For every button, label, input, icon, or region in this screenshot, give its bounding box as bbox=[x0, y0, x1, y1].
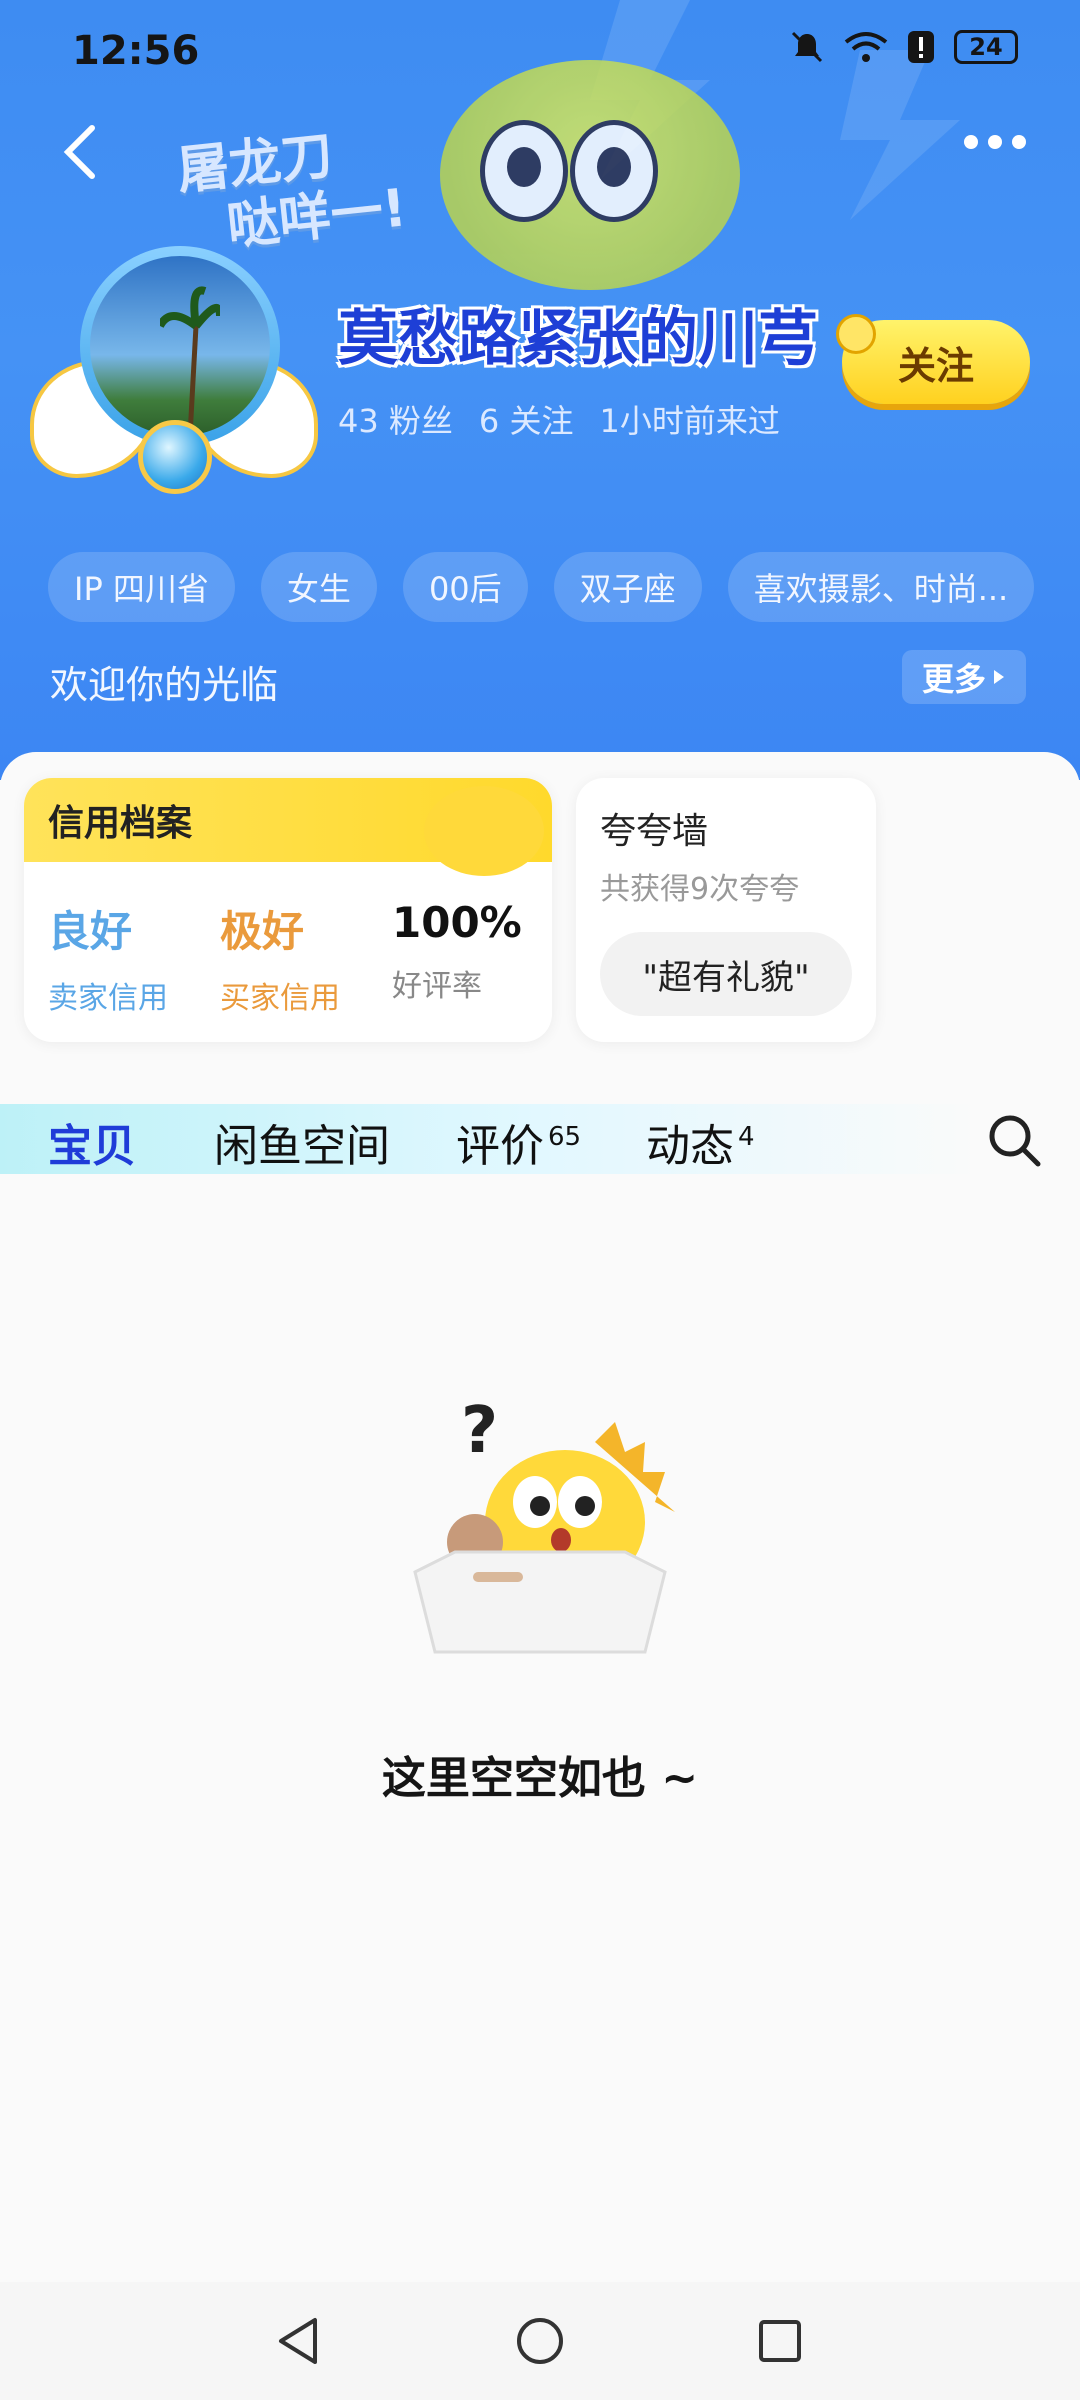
status-time: 12:56 bbox=[72, 28, 200, 74]
tag-gender: 女生 bbox=[260, 552, 377, 622]
positive-rate: 100% 好评率 bbox=[392, 898, 522, 1004]
praise-chip: "超有礼貌" bbox=[600, 932, 852, 1016]
praise-title: 夸夸墙 bbox=[600, 811, 709, 852]
circle-home-icon bbox=[517, 2318, 563, 2364]
empty-box-illustration: ? bbox=[413, 1394, 675, 1654]
username: 莫愁路紧张的川芎 bbox=[338, 290, 818, 377]
profile-header: 12:56 24 屠龙刀 哒咩一! 莫愁路紧张的川芎 43 粉丝 6 关注 1小… bbox=[0, 0, 1080, 780]
nav-recents-button[interactable] bbox=[750, 2311, 810, 2371]
praise-count: 共获得9次夸夸 bbox=[600, 872, 800, 907]
triangle-right-icon bbox=[994, 670, 1004, 684]
avatar[interactable] bbox=[30, 240, 318, 500]
tab-bar: 宝贝 闲鱼空间 评价 65 动态 4 bbox=[0, 1092, 1080, 1182]
tag-age: 00后 bbox=[402, 552, 528, 622]
tag-zodiac: 双子座 bbox=[553, 552, 702, 622]
profile-stats: 43 粉丝 6 关注 1小时前来过 bbox=[338, 396, 780, 442]
credit-card[interactable]: 信用档案 良好 卖家信用 极好 买家信用 100% 好评率 bbox=[24, 778, 552, 1042]
tab-reviews[interactable]: 评价 65 bbox=[456, 1110, 581, 1174]
coin-icon bbox=[836, 314, 876, 354]
profile-content: 信用档案 良好 卖家信用 极好 买家信用 100% 好评率 夸夸墙 共获得9次夸… bbox=[0, 752, 1080, 2282]
tag-interests[interactable]: 喜欢摄影、时尚... bbox=[727, 552, 1035, 622]
empty-state-text: 这里空空如也 ~ bbox=[381, 1753, 699, 1804]
svg-text:?: ? bbox=[461, 1394, 498, 1468]
nav-home-button[interactable] bbox=[510, 2311, 570, 2371]
square-recents-icon bbox=[759, 2320, 801, 2362]
tab-items[interactable]: 宝贝 bbox=[46, 1110, 138, 1174]
more-button[interactable]: 更多 bbox=[902, 650, 1026, 704]
mute-bell-icon bbox=[791, 31, 823, 63]
mascot-illustration bbox=[440, 60, 740, 290]
tab-space[interactable]: 闲鱼空间 bbox=[214, 1110, 390, 1174]
seller-credit: 良好 卖家信用 bbox=[48, 907, 168, 1016]
more-options-icon[interactable] bbox=[964, 135, 1026, 149]
wifi-icon bbox=[844, 32, 888, 62]
follow-button[interactable]: 关注 bbox=[836, 314, 1030, 404]
mascot-mini-illustration bbox=[424, 786, 544, 876]
tag-location: IP 四川省 bbox=[48, 552, 235, 622]
back-icon[interactable] bbox=[58, 122, 102, 182]
fans-count[interactable]: 43 粉丝 bbox=[338, 396, 453, 442]
buyer-credit: 极好 买家信用 bbox=[220, 907, 340, 1016]
welcome-message: 欢迎你的光临 bbox=[50, 663, 279, 707]
system-nav-bar bbox=[0, 2282, 1080, 2400]
battery-icon: 24 bbox=[954, 30, 1018, 64]
search-icon[interactable] bbox=[984, 1110, 1044, 1170]
last-seen: 1小时前来过 bbox=[599, 402, 780, 440]
following-count[interactable]: 6 关注 bbox=[479, 396, 574, 442]
triangle-back-icon bbox=[279, 2318, 317, 2364]
praise-wall-card[interactable]: 夸夸墙 共获得9次夸夸 "超有礼貌" bbox=[576, 778, 876, 1042]
tab-activity[interactable]: 动态 4 bbox=[646, 1110, 755, 1174]
nav-back-button[interactable] bbox=[270, 2311, 330, 2371]
alert-icon bbox=[908, 31, 934, 63]
profile-tags: IP 四川省 女生 00后 双子座 喜欢摄影、时尚... bbox=[48, 552, 1035, 622]
